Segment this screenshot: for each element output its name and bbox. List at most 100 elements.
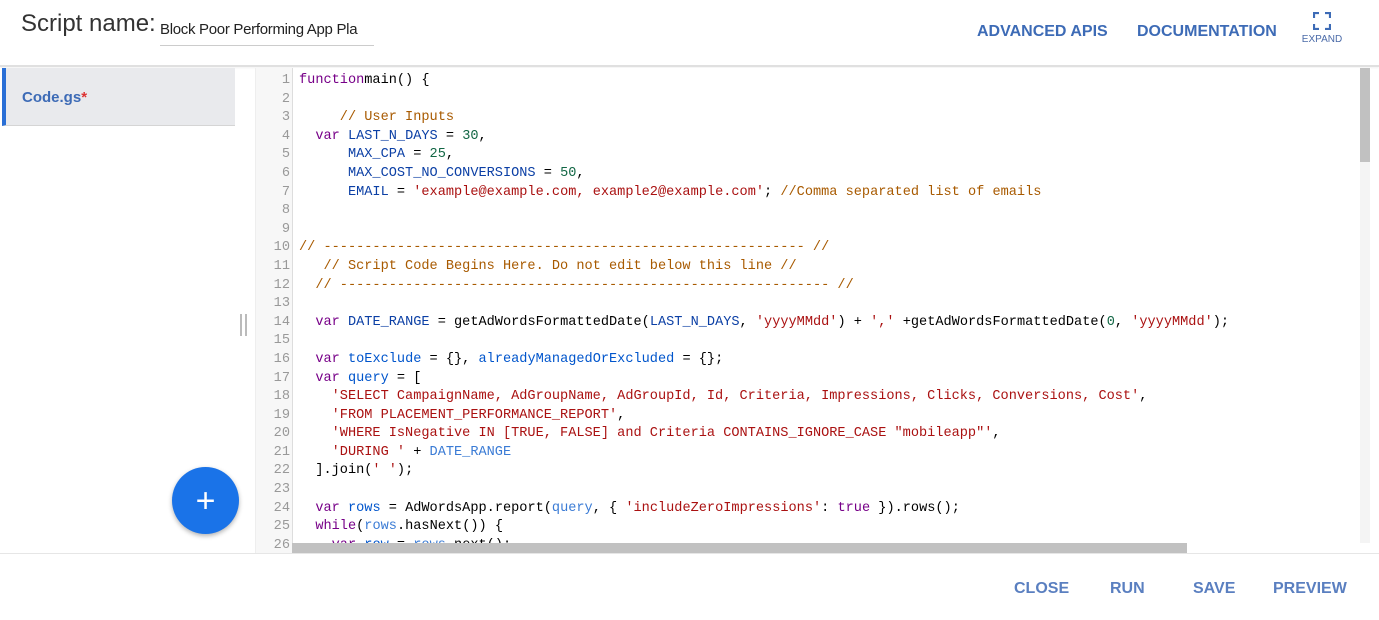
code-token: 'example@example.com, example2@example.c…: [413, 184, 765, 200]
add-file-button[interactable]: +: [172, 467, 239, 534]
code-token: 'DURING ': [331, 444, 406, 460]
code-line: 19 'FROM PLACEMENT_PERFORMANCE_REPORT',: [256, 407, 1356, 426]
sidebar-resize-handle[interactable]: [240, 314, 248, 336]
code-line: 20 'WHERE IsNegative IN [TRUE, FALSE] an…: [256, 425, 1356, 444]
code-token: DATE_RANGE: [339, 314, 430, 330]
line-number: 6: [281, 165, 290, 181]
code-token: LAST_N_DAYS: [339, 128, 438, 144]
line-number: 14: [273, 314, 290, 330]
code-text: // Script Code Begins Here. Do not edit …: [299, 258, 796, 277]
code-token: // User Inputs: [339, 110, 455, 126]
code-token: =: [535, 165, 561, 181]
code-token: +getAdWordsFormattedDate(: [894, 314, 1107, 330]
code-text: MAX_COST_NO_CONVERSIONS = 50,: [299, 165, 585, 184]
line-number: 1: [281, 73, 290, 88]
line-number: 8: [281, 203, 290, 219]
script-name-label: Script name:: [21, 10, 156, 37]
line-number: 9: [281, 221, 290, 237]
code-token: DATE_RANGE: [429, 444, 512, 460]
line-number: 22: [273, 463, 290, 479]
script-name-input[interactable]: [160, 14, 374, 46]
horizontal-scrollbar[interactable]: [292, 543, 1360, 553]
run-button[interactable]: RUN: [1110, 580, 1145, 598]
code-text: 'SELECT CampaignName, AdGroupName, AdGro…: [299, 388, 1148, 407]
code-token: ,: [992, 426, 1001, 442]
code-token: ,: [576, 165, 585, 181]
line-number: 13: [273, 296, 290, 312]
code-token: //Comma separated list of emails: [780, 184, 1042, 200]
code-text: // -------------------------------------…: [299, 277, 853, 296]
code-token: 25: [429, 147, 446, 163]
expand-button[interactable]: EXPAND: [1300, 12, 1344, 45]
code-token: query: [551, 500, 593, 516]
code-line: 9: [256, 221, 1356, 240]
code-token: query: [339, 370, 389, 386]
code-token: 0: [1106, 314, 1115, 330]
code-line: 23: [256, 481, 1356, 500]
code-token: 'yyyyMMdd': [755, 314, 838, 330]
code-token: ,: [739, 314, 756, 330]
code-token: toExclude: [339, 351, 422, 367]
code-line: 10 // -----------------------------------…: [256, 239, 1356, 258]
code-text: // -------------------------------------…: [299, 239, 829, 258]
line-number: 15: [273, 333, 290, 349]
horizontal-scroll-thumb[interactable]: [292, 543, 1187, 553]
vertical-scrollbar[interactable]: [1360, 68, 1370, 543]
advanced-apis-button[interactable]: ADVANCED APIS: [977, 23, 1108, 41]
close-button[interactable]: CLOSE: [1014, 580, 1069, 598]
save-button[interactable]: SAVE: [1193, 580, 1235, 598]
line-number: 5: [281, 147, 290, 163]
code-token: =: [405, 147, 430, 163]
line-number: 25: [273, 519, 290, 535]
code-lines[interactable]: 1 functionmain() {2 3 // User Inputs 4 var …: [256, 72, 1356, 553]
line-number: 16: [273, 351, 290, 367]
code-text: var query = [: [299, 370, 421, 389]
preview-button[interactable]: PREVIEW: [1273, 580, 1347, 598]
line-number: 17: [273, 370, 290, 386]
code-token: , {: [592, 500, 626, 516]
line-number: 11: [273, 258, 290, 274]
vertical-scroll-thumb[interactable]: [1360, 68, 1370, 162]
code-line: 21 'DURING ' + DATE_RANGE: [256, 444, 1356, 463]
code-line: 4 var LAST_N_DAYS = 30,: [256, 128, 1356, 147]
code-line: 3 // User Inputs: [256, 109, 1356, 128]
code-token: = getAdWordsFormattedDate(: [429, 314, 650, 330]
code-text: MAX_CPA = 25,: [299, 146, 454, 165]
code-token: =: [437, 128, 463, 144]
code-token: rows: [364, 519, 397, 535]
code-line: 13: [256, 295, 1356, 314]
code-token: );: [1212, 314, 1230, 330]
code-token: ,: [1139, 389, 1148, 405]
code-token: var: [315, 314, 340, 330]
code-token: 30: [462, 128, 479, 144]
code-editor[interactable]: 1 functionmain() {2 3 // User Inputs 4 var …: [255, 68, 1371, 553]
code-token: 'WHERE IsNegative IN [TRUE, FALSE] and C…: [331, 426, 993, 442]
code-text: 'FROM PLACEMENT_PERFORMANCE_REPORT',: [299, 407, 626, 426]
code-token: = {},: [421, 351, 479, 367]
code-line: 5 MAX_CPA = 25,: [256, 146, 1356, 165]
code-line: 8: [256, 202, 1356, 221]
code-token: rows: [339, 500, 381, 516]
documentation-button[interactable]: DOCUMENTATION: [1137, 23, 1277, 41]
file-item-code-gs[interactable]: Code.gs*: [2, 68, 235, 126]
code-token: MAX_CPA: [347, 147, 406, 163]
code-text: functionmain() {: [299, 72, 430, 91]
code-token: }).rows();: [870, 500, 960, 516]
code-line: 12 // ----------------------------------…: [256, 277, 1356, 296]
code-text: // User Inputs: [299, 109, 454, 128]
code-token: MAX_COST_NO_CONVERSIONS: [347, 165, 536, 181]
code-line: 11 // Script Code Begins Here. Do not ed…: [256, 258, 1356, 277]
line-number: 2: [281, 91, 290, 107]
code-token: ,: [617, 407, 626, 423]
code-token: ].join(: [299, 463, 373, 479]
line-number: 20: [273, 426, 290, 442]
